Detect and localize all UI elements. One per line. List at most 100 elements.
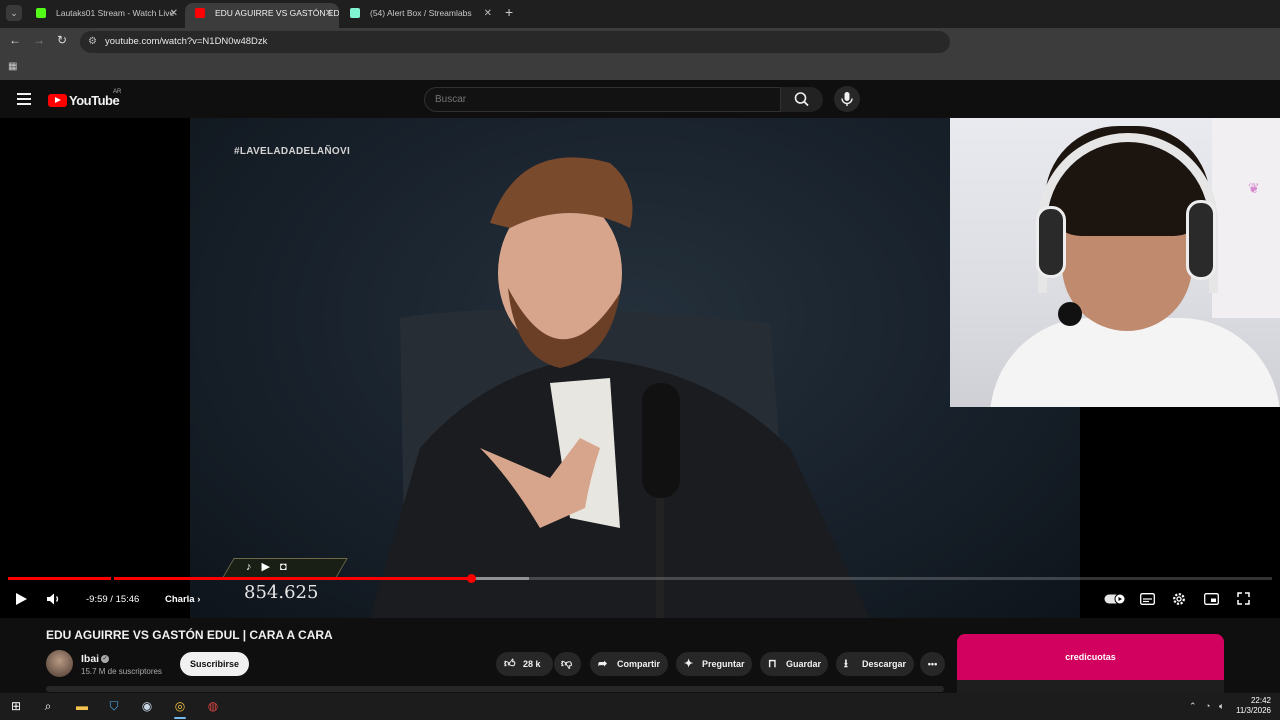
webcam-shirt: [990, 318, 1280, 407]
tab-streamlabs[interactable]: (54) Alert Box / Streamlabs ✕: [340, 3, 498, 28]
file-explorer-icon[interactable]: ▬: [74, 698, 90, 714]
url-text[interactable]: youtube.com/watch?v=N1DN0w48Dzk: [105, 36, 267, 47]
dislike-button[interactable]: 👎︎: [554, 652, 581, 676]
overlay-count: 854.625: [244, 582, 319, 603]
subscriber-count: 15.7 M de suscriptores: [81, 667, 162, 676]
bookmark-icon: ⊓: [768, 658, 777, 670]
share-label: Compartir: [617, 659, 661, 669]
miniplayer-icon[interactable]: [1204, 593, 1219, 605]
like-count: 28 k: [523, 659, 541, 669]
reload-icon[interactable]: ↻: [57, 33, 67, 47]
address-bar[interactable]: ⚙ youtube.com/watch?v=N1DN0w48Dzk: [80, 31, 950, 53]
youtube-masthead: YouTube AR: [0, 80, 1280, 118]
chapter-button[interactable]: Charla ›: [165, 594, 200, 605]
chapter-divider: [111, 577, 114, 580]
speaker-icon[interactable]: 🔈︎: [1219, 701, 1224, 712]
headset-earcup-right: [1186, 200, 1216, 280]
browser-tabbar: ⌄ Lautaks01 Stream - Watch Live ✕ EDU AG…: [0, 0, 1280, 28]
youtube-icon: ▶: [261, 561, 280, 573]
search-input[interactable]: [435, 94, 765, 105]
kick-icon: [36, 8, 46, 18]
autoplay-toggle-icon[interactable]: [1104, 593, 1126, 605]
close-tab-icon[interactable]: ✕: [484, 3, 492, 24]
wifi-icon[interactable]: ◔: [1205, 701, 1210, 711]
volume-icon[interactable]: [46, 592, 62, 606]
search-button[interactable]: [781, 87, 823, 112]
browser-toolbar: ← → ↻ ⚙ youtube.com/watch?v=N1DN0w48Dzk: [0, 28, 1280, 56]
save-label: Guardar: [786, 659, 822, 669]
progress-bar[interactable]: [8, 574, 1272, 583]
active-app-indicator: [174, 717, 186, 719]
tab-title: Lautaks01 Stream - Watch Live: [56, 8, 175, 18]
search-icon[interactable]: ⌕: [40, 698, 56, 714]
voice-search-button[interactable]: [834, 86, 860, 112]
webcam-background: [1212, 118, 1280, 318]
subscribe-button[interactable]: Suscribirse: [180, 652, 249, 676]
fullscreen-icon[interactable]: [1237, 592, 1250, 605]
tab-title: EDU AGUIRRE VS GASTÓN EDUL: [215, 8, 339, 18]
search-icon: [794, 92, 809, 107]
streamlabs-icon: [350, 8, 360, 18]
country-code: AR: [113, 89, 122, 95]
search-box[interactable]: [424, 87, 781, 112]
obs-icon[interactable]: ◍: [205, 698, 221, 714]
youtube-logo[interactable]: YouTube: [48, 92, 120, 110]
channel-name[interactable]: Ibai: [81, 653, 99, 665]
video-frame[interactable]: [190, 118, 1080, 618]
sponsored-card-title: credicuotas: [1065, 652, 1116, 662]
youtube-icon: [195, 8, 205, 18]
more-dots-icon: •••: [927, 659, 938, 669]
clock-time: 22:42: [1250, 696, 1271, 705]
download-button[interactable]: ⭳ Descargar: [836, 652, 914, 676]
tab-search-icon[interactable]: ⌄: [6, 5, 22, 21]
close-tab-icon[interactable]: ✕: [170, 3, 178, 24]
site-info-icon[interactable]: ⚙: [88, 36, 97, 47]
clock-date: 11/3/2026: [1236, 706, 1271, 715]
video-scene: [370, 157, 870, 618]
overlay-hashtag: #LAVELADADELAÑOVI: [234, 146, 351, 157]
windows-start-icon[interactable]: ⊞: [8, 698, 24, 714]
progress-played: [8, 577, 471, 580]
back-icon[interactable]: ←: [9, 33, 21, 47]
twitch-icon: ◘: [279, 561, 297, 573]
tab-kick-stream[interactable]: Lautaks01 Stream - Watch Live ✕: [26, 3, 184, 28]
verified-badge-icon: ✓: [101, 655, 109, 663]
system-clock[interactable]: 22:42 11/3/2026: [1236, 696, 1271, 716]
share-button[interactable]: ➦ Compartir: [590, 652, 668, 676]
progress-scrubber[interactable]: [466, 574, 476, 583]
bookmarks-bar: ▦: [0, 56, 1280, 80]
overlay-social-icons: ♪▶◘: [246, 560, 297, 573]
close-tab-icon[interactable]: ✕: [325, 3, 333, 24]
headset-mic-icon: [1058, 302, 1082, 326]
store-icon[interactable]: ⛉: [106, 698, 122, 714]
sparkle-icon: ✦: [684, 658, 694, 670]
share-arrow-icon: ➦: [598, 658, 608, 670]
forward-icon[interactable]: →: [33, 33, 45, 47]
tray-overflow-icon[interactable]: ⌃: [1189, 701, 1197, 712]
chrome-icon[interactable]: ◎: [172, 698, 188, 714]
tab-youtube-video[interactable]: EDU AGUIRRE VS GASTÓN EDUL ✕: [185, 3, 339, 28]
new-tab-icon[interactable]: +: [505, 4, 513, 20]
channel-avatar[interactable]: [46, 650, 73, 677]
screen: ⌄ Lautaks01 Stream - Watch Live ✕ EDU AG…: [0, 0, 1280, 720]
ask-button[interactable]: ✦ Preguntar: [676, 652, 752, 676]
tab-title: (54) Alert Box / Streamlabs: [370, 8, 472, 18]
menu-icon[interactable]: [17, 93, 31, 105]
subtitles-icon[interactable]: [1140, 593, 1155, 605]
headset-earcup-left: [1036, 206, 1066, 278]
video-player[interactable]: #LAVELADADELAÑOVI ♪▶◘ 854.625 ❦ -9:59 / …: [0, 118, 1280, 618]
apps-grid-icon[interactable]: ▦: [8, 61, 17, 72]
play-icon[interactable]: [14, 592, 28, 606]
description-box[interactable]: [46, 686, 944, 692]
steam-icon[interactable]: ◉: [139, 698, 155, 714]
thumbs-down-icon: 👎︎: [561, 658, 573, 670]
chapter-label: Charla: [165, 594, 195, 605]
ask-label: Preguntar: [702, 659, 745, 669]
download-label: Descargar: [862, 659, 907, 669]
like-button[interactable]: 👍︎ 28 k: [496, 652, 553, 676]
save-button[interactable]: ⊓ Guardar: [760, 652, 828, 676]
more-actions-button[interactable]: •••: [920, 652, 945, 676]
download-icon: ⭳: [844, 658, 848, 670]
settings-gear-icon[interactable]: [1172, 592, 1186, 606]
butterfly-decoration-icon: ❦: [1248, 180, 1260, 196]
